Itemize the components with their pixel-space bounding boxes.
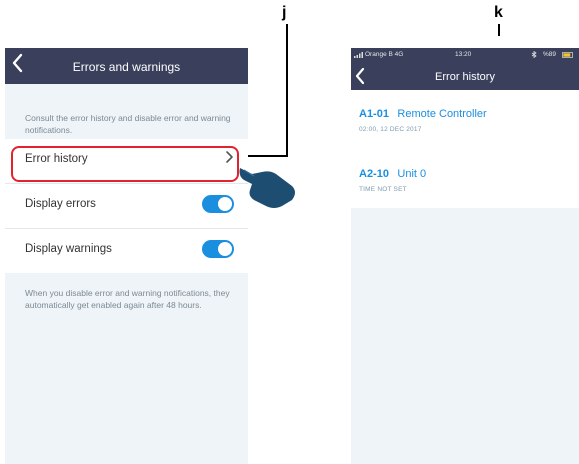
error-history-list: A1-01 Remote Controller 02:00, 12 DEC 20… xyxy=(351,90,579,208)
error-history-highlight xyxy=(11,146,239,182)
battery-icon xyxy=(562,52,574,60)
page-title: Errors and warnings xyxy=(72,60,181,74)
error-name: Remote Controller xyxy=(397,108,487,120)
callout-j: j xyxy=(282,4,287,21)
page-title: Error history xyxy=(435,71,495,83)
display-errors-toggle[interactable] xyxy=(202,195,234,213)
error-history-item[interactable]: A1-01 Remote Controller 02:00, 12 DEC 20… xyxy=(359,104,487,133)
pointing-hand-icon xyxy=(236,160,300,210)
carrier-label: Orange B 4G xyxy=(365,51,404,58)
nav-bar: Orange B 4G 13:20 %89 Error history xyxy=(351,48,579,90)
status-time: 13:20 xyxy=(455,51,472,58)
intro-text: Consult the error history and disable er… xyxy=(25,113,231,135)
callout-k: k xyxy=(494,4,503,21)
callout-k-line xyxy=(498,24,500,36)
error-code: A1-01 xyxy=(359,108,389,120)
bluetooth-icon xyxy=(531,50,537,60)
display-warnings-row: Display warnings xyxy=(5,229,248,273)
footer-text: When you disable error and warning notif… xyxy=(25,288,230,310)
error-code: A2-10 xyxy=(359,168,389,180)
status-bar: Orange B 4G 13:20 %89 xyxy=(351,48,579,61)
callout-j-line-vertical xyxy=(286,24,288,156)
display-warnings-toggle[interactable] xyxy=(202,240,234,258)
error-timestamp: 02:00, 12 DEC 2017 xyxy=(359,126,422,133)
error-timestamp: TIME NOT SET xyxy=(359,186,407,193)
nav-bar: Errors and warnings xyxy=(5,48,248,84)
error-history-item[interactable]: A2-10 Unit 0 TIME NOT SET xyxy=(359,164,426,193)
error-history-screen: Orange B 4G 13:20 %89 Error history A1-0… xyxy=(351,48,579,464)
battery-percent: %89 xyxy=(543,51,557,58)
error-name: Unit 0 xyxy=(397,168,427,180)
display-errors-row: Display errors xyxy=(5,184,248,229)
row-label: Display warnings xyxy=(25,243,112,255)
errors-and-warnings-screen: Errors and warnings Consult the error hi… xyxy=(5,48,248,464)
signal-icon xyxy=(354,52,363,60)
row-label: Display errors xyxy=(25,198,96,210)
